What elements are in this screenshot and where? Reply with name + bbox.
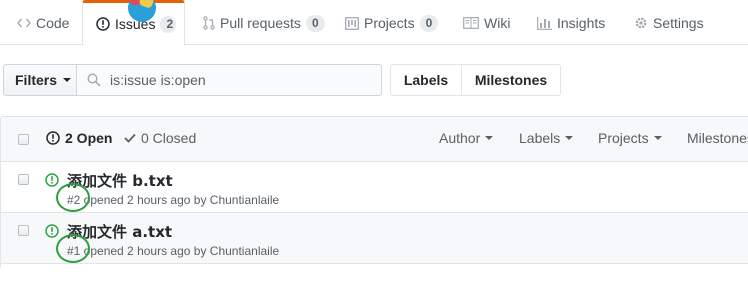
issue-opened-icon bbox=[45, 224, 59, 238]
closed-issues-filter[interactable]: 0 Closed bbox=[124, 130, 196, 146]
author-filter-dropdown[interactable]: Author bbox=[439, 130, 494, 146]
closed-count-label: 0 Closed bbox=[141, 130, 197, 146]
issue-meta: #2 opened 2 hours ago by Chuntianlaile bbox=[67, 193, 280, 207]
search-icon bbox=[87, 73, 101, 87]
git-pull-request-icon bbox=[203, 16, 215, 30]
labels-button[interactable]: Labels bbox=[390, 64, 462, 96]
chevron-down-icon bbox=[485, 136, 494, 140]
chevron-down-icon bbox=[565, 136, 574, 140]
code-icon bbox=[17, 17, 31, 29]
open-issues-filter[interactable]: 2 Open bbox=[46, 130, 112, 146]
issue-checkbox[interactable] bbox=[18, 174, 29, 185]
labels-button-label: Labels bbox=[403, 72, 449, 88]
issue-opened-icon bbox=[45, 173, 59, 187]
check-icon bbox=[124, 133, 136, 143]
tab-projects[interactable]: Projects 0 bbox=[345, 0, 439, 46]
issue-opened-icon bbox=[96, 17, 110, 31]
open-count-label: 2 Open bbox=[65, 130, 113, 146]
issue-checkbox[interactable] bbox=[18, 225, 29, 236]
pull-requests-count-badge: 0 bbox=[305, 14, 325, 32]
search-input[interactable] bbox=[110, 72, 370, 88]
tab-settings[interactable]: Settings bbox=[634, 0, 704, 46]
tab-insights-label: Insights bbox=[557, 15, 606, 31]
author-filter-label: Author bbox=[439, 130, 481, 146]
issues-list-header: 2 Open 0 Closed Author Labels Projects M… bbox=[1, 117, 748, 162]
issue-row: 添加文件 b.txt #2 opened 2 hours ago by Chun… bbox=[1, 162, 748, 213]
issue-title-link[interactable]: 添加文件 b.txt bbox=[67, 170, 173, 191]
chevron-down-icon bbox=[63, 78, 72, 82]
tab-wiki-label: Wiki bbox=[484, 15, 511, 31]
tab-code[interactable]: Code bbox=[17, 0, 69, 46]
project-icon bbox=[345, 16, 359, 30]
milestones-button[interactable]: Milestones bbox=[461, 64, 561, 96]
labels-filter-dropdown[interactable]: Labels bbox=[519, 130, 574, 146]
issues-list: 2 Open 0 Closed Author Labels Projects M… bbox=[0, 116, 748, 269]
tab-wiki[interactable]: Wiki bbox=[463, 0, 510, 46]
repo-nav: Code Issues 2 Pull requests 0 Projects 0… bbox=[0, 0, 748, 46]
milestones-filter-label: Milestones bbox=[687, 130, 748, 146]
graph-icon bbox=[537, 16, 552, 30]
book-icon bbox=[463, 17, 479, 29]
tab-pull-requests[interactable]: Pull requests 0 bbox=[203, 0, 325, 46]
tab-projects-label: Projects bbox=[364, 15, 415, 31]
chevron-down-icon bbox=[653, 136, 662, 140]
projects-filter-dropdown[interactable]: Projects bbox=[598, 130, 662, 146]
issues-count-badge: 2 bbox=[160, 15, 177, 33]
labels-filter-label: Labels bbox=[519, 130, 561, 146]
gear-icon bbox=[634, 16, 648, 30]
tab-code-label: Code bbox=[36, 15, 70, 31]
issue-meta: #1 opened 2 hours ago by Chuntianlaile bbox=[67, 244, 280, 258]
issue-search-box[interactable] bbox=[76, 64, 382, 96]
issue-row: 添加文件 a.txt #1 opened 2 hours ago by Chun… bbox=[1, 213, 748, 264]
tab-insights[interactable]: Insights bbox=[537, 0, 605, 46]
milestones-filter-dropdown[interactable]: Milestones bbox=[687, 130, 748, 146]
filters-label: Filters bbox=[15, 72, 58, 88]
tab-pull-requests-label: Pull requests bbox=[220, 15, 301, 31]
select-all-checkbox[interactable] bbox=[18, 134, 29, 145]
filters-dropdown-button[interactable]: Filters bbox=[3, 64, 77, 96]
projects-count-badge: 0 bbox=[419, 14, 439, 32]
issue-opened-icon bbox=[46, 131, 60, 145]
tab-settings-label: Settings bbox=[653, 15, 704, 31]
issue-title-link[interactable]: 添加文件 a.txt bbox=[67, 221, 172, 242]
milestones-button-label: Milestones bbox=[474, 72, 548, 88]
projects-filter-label: Projects bbox=[598, 130, 649, 146]
